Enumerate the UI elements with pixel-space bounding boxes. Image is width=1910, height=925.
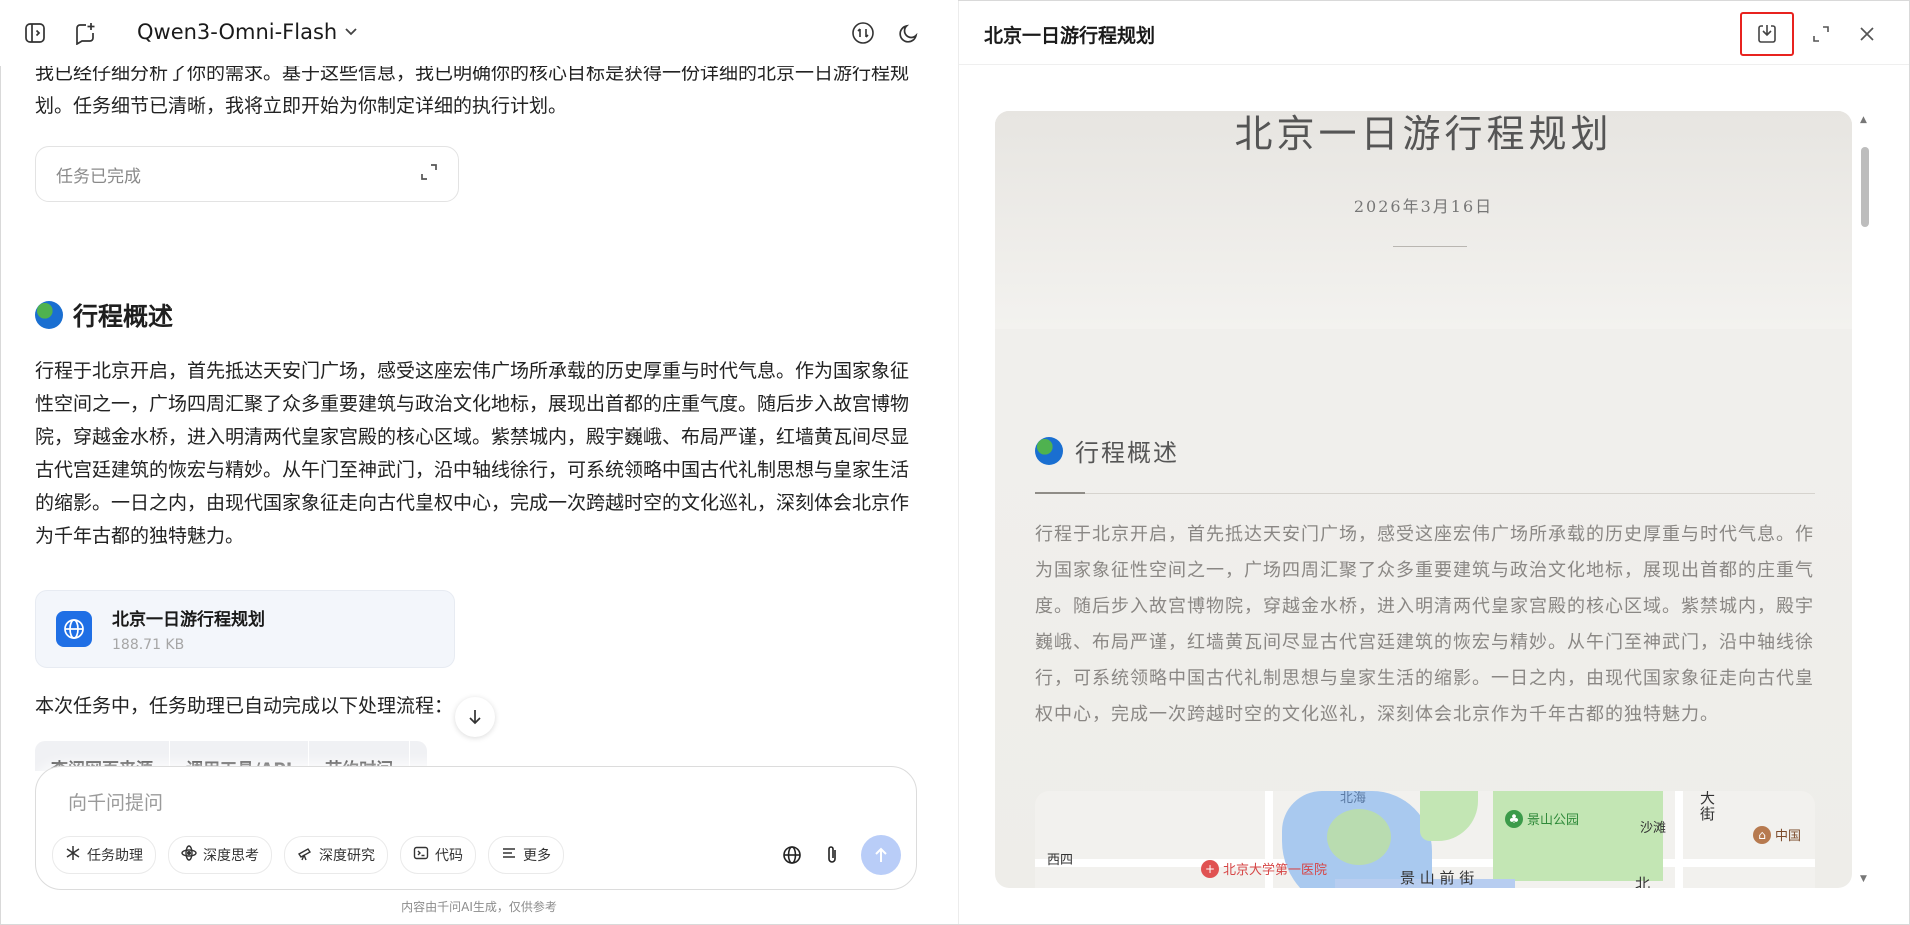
telescope-icon [297, 845, 313, 865]
ai-disclaimer: 内容由千问AI生成，仅供参考 [401, 900, 557, 914]
composer-tools: 任务助理 深度思考 深度研究 代码 更多 [52, 836, 564, 874]
assistant-intro-text: 我已经仔细分析了你的需求。基于这些信息，我已明确你的核心目标是获得一份详细的北京… [35, 62, 910, 117]
hospital-pin-icon: + [1201, 859, 1219, 878]
scroll-down-arrow-icon[interactable]: ▼ [1860, 874, 1867, 884]
fullscreen-icon[interactable] [1796, 14, 1846, 54]
tool-label: 深度研究 [319, 848, 375, 864]
map-label: 北 [1635, 875, 1651, 888]
document-preview[interactable]: 北京一日游行程规划 2026年3月16日 行程概述 行程于北京开启，首先抵达天安… [995, 111, 1852, 888]
new-chat-icon[interactable] [68, 16, 102, 50]
menu-icon [501, 845, 517, 865]
museum-pin-icon: ⌂ [1753, 825, 1771, 844]
model-selector[interactable]: Qwen3-Omni-Flash [137, 20, 357, 44]
dark-mode-icon[interactable] [892, 16, 926, 50]
map-label: 景 山 前 街 [1400, 869, 1475, 887]
send-button[interactable] [861, 835, 901, 875]
overview-heading-text: 行程概述 [73, 302, 174, 331]
chevron-down-icon [345, 24, 357, 40]
message-input[interactable] [66, 791, 830, 815]
overview-paragraph: 行程于北京开启，首先抵达天安门广场，感受这座宏伟广场所承载的历史厚重与时代气息。… [35, 360, 910, 547]
globe-icon [1035, 436, 1063, 465]
tool-label: 任务助理 [87, 848, 143, 864]
download-button[interactable] [1740, 12, 1794, 56]
voice-call-icon[interactable] [846, 16, 880, 50]
web-file-icon [56, 611, 92, 647]
doc-section-heading: 行程概述 [1035, 433, 1179, 468]
code-icon [413, 845, 429, 865]
task-status-card[interactable]: 任务已完成 [35, 146, 459, 202]
globe-icon [35, 301, 63, 329]
atom-icon [181, 845, 197, 865]
chat-topbar: Qwen3-Omni-Flash [0, 0, 958, 66]
model-name-label: Qwen3-Omni-Flash [137, 20, 338, 44]
preview-panel: 北京一日游行程规划 北京一日游行程规划 2026年3月16日 行程概述 行程于北… [958, 0, 1910, 925]
map-label: 北海 [1340, 791, 1367, 806]
map-island [1327, 809, 1391, 865]
doc-date: 2026年3月16日 [1353, 197, 1494, 216]
tool-label: 代码 [435, 848, 463, 864]
asterisk-icon [65, 845, 81, 865]
doc-section-underline [1035, 492, 1815, 494]
file-size: 188.71 KB [112, 637, 185, 653]
scroll-to-bottom-button[interactable] [455, 697, 495, 737]
doc-title: 北京一日游行程规划 [1234, 112, 1613, 156]
scroll-up-arrow-icon[interactable]: ▲ [1860, 115, 1867, 125]
route-map[interactable]: 北海 ♣ 景山公园 沙滩 西四 + 北京大学第一医院 景 山 前 街 北 大 街… [1035, 791, 1815, 888]
doc-body-text: 行程于北京开启，首先抵达天安门广场，感受这座宏伟广场所承载的历史厚重与时代气息。… [1035, 524, 1814, 725]
map-road [1675, 791, 1683, 888]
web-search-icon[interactable] [777, 840, 807, 870]
sidebar-toggle-icon[interactable] [18, 16, 52, 50]
preview-title: 北京一日游行程规划 [984, 25, 1156, 47]
tool-label: 深度思考 [203, 848, 259, 864]
task-assistant-button[interactable]: 任务助理 [52, 836, 156, 874]
file-attachment-card[interactable]: 北京一日游行程规划 188.71 KB [35, 590, 455, 668]
deep-thinking-button[interactable]: 深度思考 [168, 836, 272, 874]
map-park [1420, 791, 1478, 841]
tool-label: 更多 [523, 848, 551, 864]
map-label: 街 [1700, 805, 1716, 823]
map-label: 西四 [1047, 853, 1074, 868]
chat-panel: Qwen3-Omni-Flash 我已经仔细分析了你的需求。基于这些信息，我已明… [0, 0, 958, 925]
task-status-label: 任务已完成 [56, 166, 141, 187]
message-composer: 任务助理 深度思考 深度研究 代码 更多 [35, 766, 917, 890]
doc-divider [1393, 246, 1467, 247]
map-label: 沙滩 [1640, 821, 1667, 836]
map-poi: + 北京大学第一医院 [1201, 859, 1327, 878]
park-pin-icon: ♣ [1505, 809, 1523, 828]
expand-icon[interactable] [420, 163, 438, 186]
map-poi: ♣ 景山公园 [1505, 809, 1579, 828]
overview-heading: 行程概述 [35, 297, 173, 333]
file-name: 北京一日游行程规划 [112, 610, 265, 630]
attachment-icon[interactable] [817, 840, 847, 870]
close-icon[interactable] [1842, 14, 1892, 54]
map-park [1493, 791, 1663, 881]
deep-research-button[interactable]: 深度研究 [284, 836, 388, 874]
header-divider [959, 64, 1910, 65]
more-button[interactable]: 更多 [488, 836, 564, 874]
map-poi-label: 中国 [1775, 829, 1802, 844]
map-poi-label: 北京大学第一医院 [1223, 863, 1328, 878]
code-button[interactable]: 代码 [400, 836, 476, 874]
map-poi: ⌂ 中国 [1753, 825, 1801, 844]
preview-scrollbar[interactable]: ▲ ▼ [1857, 111, 1873, 888]
doc-section-heading-text: 行程概述 [1075, 439, 1179, 467]
scrollbar-thumb[interactable] [1861, 147, 1869, 227]
map-poi-label: 景山公园 [1527, 813, 1580, 828]
